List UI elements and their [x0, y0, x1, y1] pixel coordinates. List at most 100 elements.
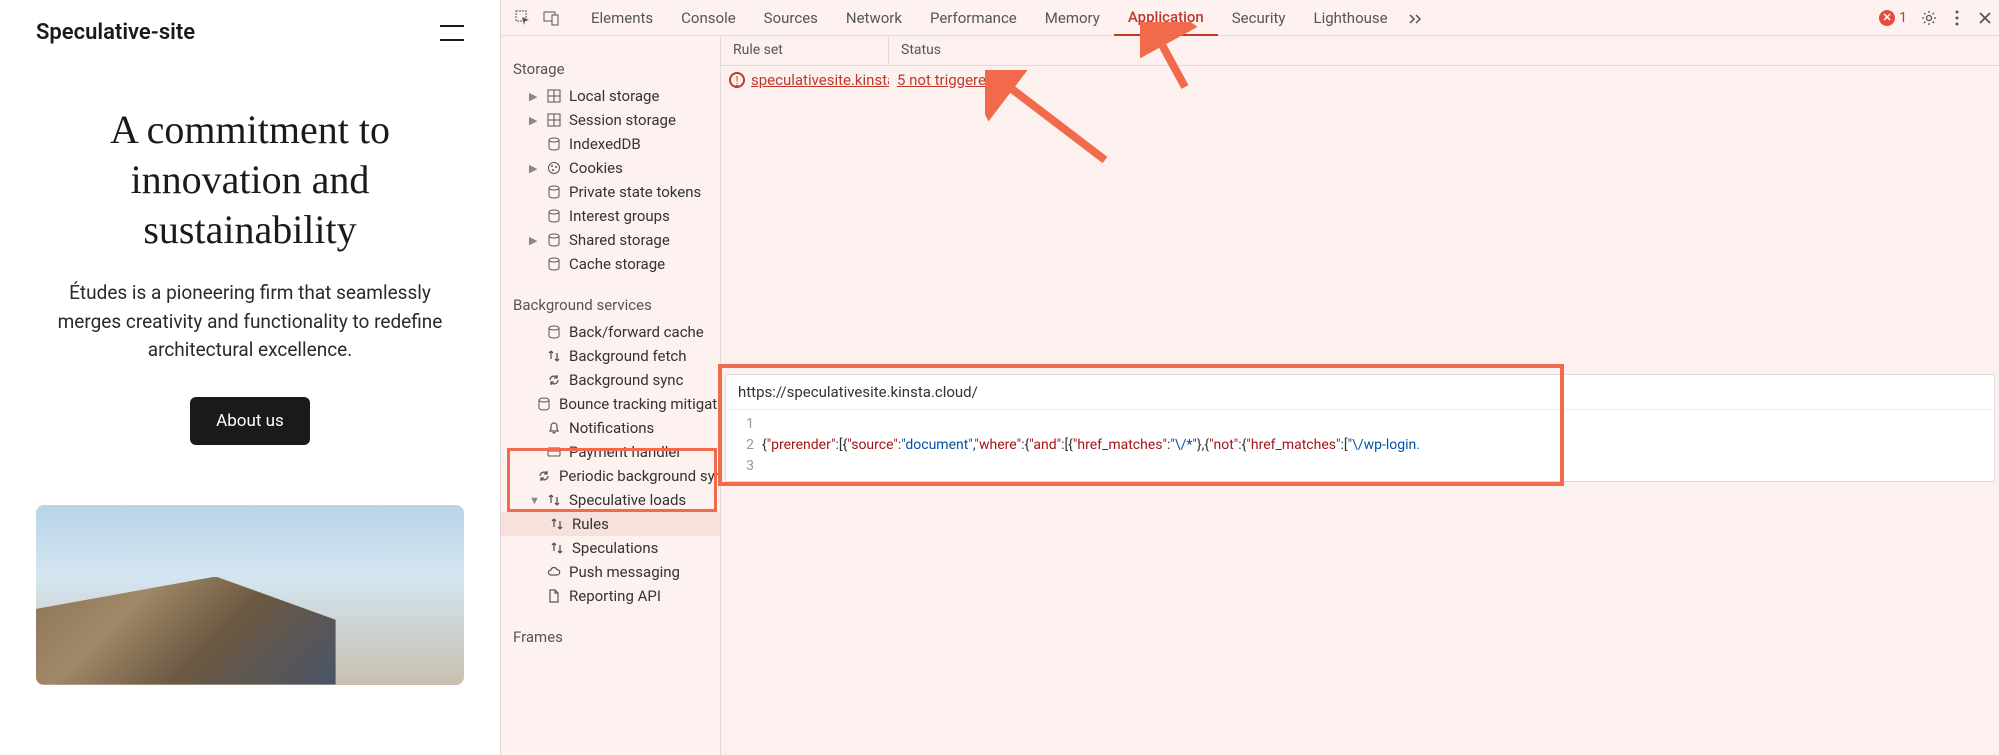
more-tabs-icon[interactable] [1402, 4, 1430, 32]
item-label: Background sync [569, 371, 683, 389]
rules-table-header: Rule set Status [721, 36, 1999, 66]
tab-elements[interactable]: Elements [577, 1, 667, 35]
warning-icon: ! [729, 72, 745, 88]
item-label: Bounce tracking mitigation [559, 395, 721, 413]
transfer-icon [546, 492, 562, 508]
code-content[interactable]: {"prerender":[{"source":"document","wher… [762, 410, 1994, 481]
tab-network[interactable]: Network [832, 1, 916, 35]
code-body: 1 2 3 {"prerender":[{"source":"document"… [726, 410, 1994, 481]
item-label: Payment handler [569, 443, 681, 461]
item-label: Shared storage [569, 231, 670, 249]
kebab-menu-icon[interactable] [1943, 4, 1971, 32]
item-label: Notifications [569, 419, 654, 437]
error-icon: ✕ [1879, 10, 1895, 26]
hamburger-menu-icon[interactable] [440, 25, 464, 41]
item-label: Back/forward cache [569, 323, 704, 341]
sidebar-item-notifications[interactable]: Notifications [501, 416, 720, 440]
item-label: Speculations [572, 539, 658, 557]
transfer-icon [546, 348, 562, 364]
hero-description: Études is a pioneering firm that seamles… [36, 279, 464, 365]
tab-performance[interactable]: Performance [916, 1, 1031, 35]
sidebar-item-rules[interactable]: Rules [501, 512, 720, 536]
sidebar-item-local-storage[interactable]: ▶ Local storage [501, 84, 720, 108]
sync-icon [536, 468, 552, 484]
col-status: Status [889, 36, 953, 65]
about-us-button[interactable]: About us [190, 397, 310, 445]
item-label: Speculative loads [569, 491, 686, 509]
tab-sources[interactable]: Sources [750, 1, 832, 35]
database-icon [546, 136, 562, 152]
item-label: Background fetch [569, 347, 686, 365]
sidebar-item-periodic[interactable]: Periodic background sync [501, 464, 720, 488]
expand-arrow-icon: ▶ [529, 114, 539, 127]
sidebar-item-bounce[interactable]: Bounce tracking mitigation [501, 392, 720, 416]
sidebar-item-payment[interactable]: Payment handler [501, 440, 720, 464]
sync-icon [546, 372, 562, 388]
item-label: Push messaging [569, 563, 680, 581]
inspect-element-icon[interactable] [509, 4, 537, 32]
sidebar-item-bg-fetch[interactable]: Background fetch [501, 344, 720, 368]
expand-arrow-icon: ▶ [529, 90, 539, 103]
code-panel: https://speculativesite.kinsta.cloud/ 1 … [725, 374, 1995, 482]
grid-icon [546, 112, 562, 128]
item-label: Periodic background sync [559, 467, 721, 485]
cloud-icon [546, 564, 562, 580]
hero-image [36, 505, 464, 685]
code-url: https://speculativesite.kinsta.cloud/ [726, 375, 1994, 410]
database-icon [536, 396, 552, 412]
database-icon [546, 184, 562, 200]
sidebar-item-bf-cache[interactable]: Back/forward cache [501, 320, 720, 344]
tab-lighthouse[interactable]: Lighthouse [1299, 1, 1401, 35]
sidebar-item-push[interactable]: Push messaging [501, 560, 720, 584]
database-icon [546, 324, 562, 340]
tab-security[interactable]: Security [1218, 1, 1300, 35]
item-label: Interest groups [569, 207, 670, 225]
devtools-panel: Elements Console Sources Network Perform… [500, 0, 1999, 755]
sidebar-item-cache-storage[interactable]: Cache storage [501, 252, 720, 276]
hero-title: A commitment to innovation and sustainab… [36, 105, 464, 255]
database-icon [546, 208, 562, 224]
sidebar-item-speculative-loads[interactable]: ▼ Speculative loads [501, 488, 720, 512]
rule-status-link[interactable]: 5 not triggered [897, 71, 994, 89]
col-ruleset: Rule set [721, 36, 889, 65]
item-label: Cookies [569, 159, 623, 177]
application-sidebar: Storage ▶ Local storage ▶ Session storag… [501, 36, 721, 755]
sidebar-item-speculations[interactable]: Speculations [501, 536, 720, 560]
sidebar-item-indexeddb[interactable]: IndexedDB [501, 132, 720, 156]
line-number: 3 [726, 456, 754, 477]
sidebar-item-cookies[interactable]: ▶ Cookies [501, 156, 720, 180]
site-title: Speculative-site [36, 20, 195, 45]
tab-memory[interactable]: Memory [1031, 1, 1114, 35]
error-badge[interactable]: ✕ 1 [1871, 10, 1915, 26]
rule-status-cell[interactable]: 5 not triggered [889, 67, 1002, 93]
transfer-icon [549, 516, 565, 532]
sidebar-item-session-storage[interactable]: ▶ Session storage [501, 108, 720, 132]
document-icon [546, 588, 562, 604]
database-icon [546, 256, 562, 272]
device-toggle-icon[interactable] [537, 4, 565, 32]
database-icon [546, 232, 562, 248]
website-preview: Speculative-site A commitment to innovat… [0, 0, 500, 755]
rule-name-link[interactable]: speculativesite.kinsta.c [751, 71, 889, 89]
rule-name-cell[interactable]: ! speculativesite.kinsta.c [721, 67, 889, 93]
tab-application[interactable]: Application [1114, 0, 1218, 36]
sidebar-item-reporting[interactable]: Reporting API [501, 584, 720, 608]
item-label: Cache storage [569, 255, 665, 273]
expand-arrow-icon: ▶ [529, 162, 539, 175]
grid-icon [546, 88, 562, 104]
expand-arrow-icon: ▶ [529, 234, 539, 247]
close-devtools-icon[interactable] [1971, 4, 1999, 32]
site-header: Speculative-site [36, 20, 464, 45]
tab-console[interactable]: Console [667, 1, 750, 35]
section-background-services: Background services [501, 288, 720, 320]
transfer-icon [549, 540, 565, 556]
sidebar-item-interest-groups[interactable]: Interest groups [501, 204, 720, 228]
item-label: Session storage [569, 111, 676, 129]
sidebar-item-private-state[interactable]: Private state tokens [501, 180, 720, 204]
devtools-tab-bar: Elements Console Sources Network Perform… [501, 0, 1999, 36]
sidebar-item-shared-storage[interactable]: ▶ Shared storage [501, 228, 720, 252]
sidebar-item-bg-sync[interactable]: Background sync [501, 368, 720, 392]
line-number: 1 [726, 414, 754, 435]
rules-table-row[interactable]: ! speculativesite.kinsta.c 5 not trigger… [721, 66, 1999, 94]
settings-gear-icon[interactable] [1915, 4, 1943, 32]
